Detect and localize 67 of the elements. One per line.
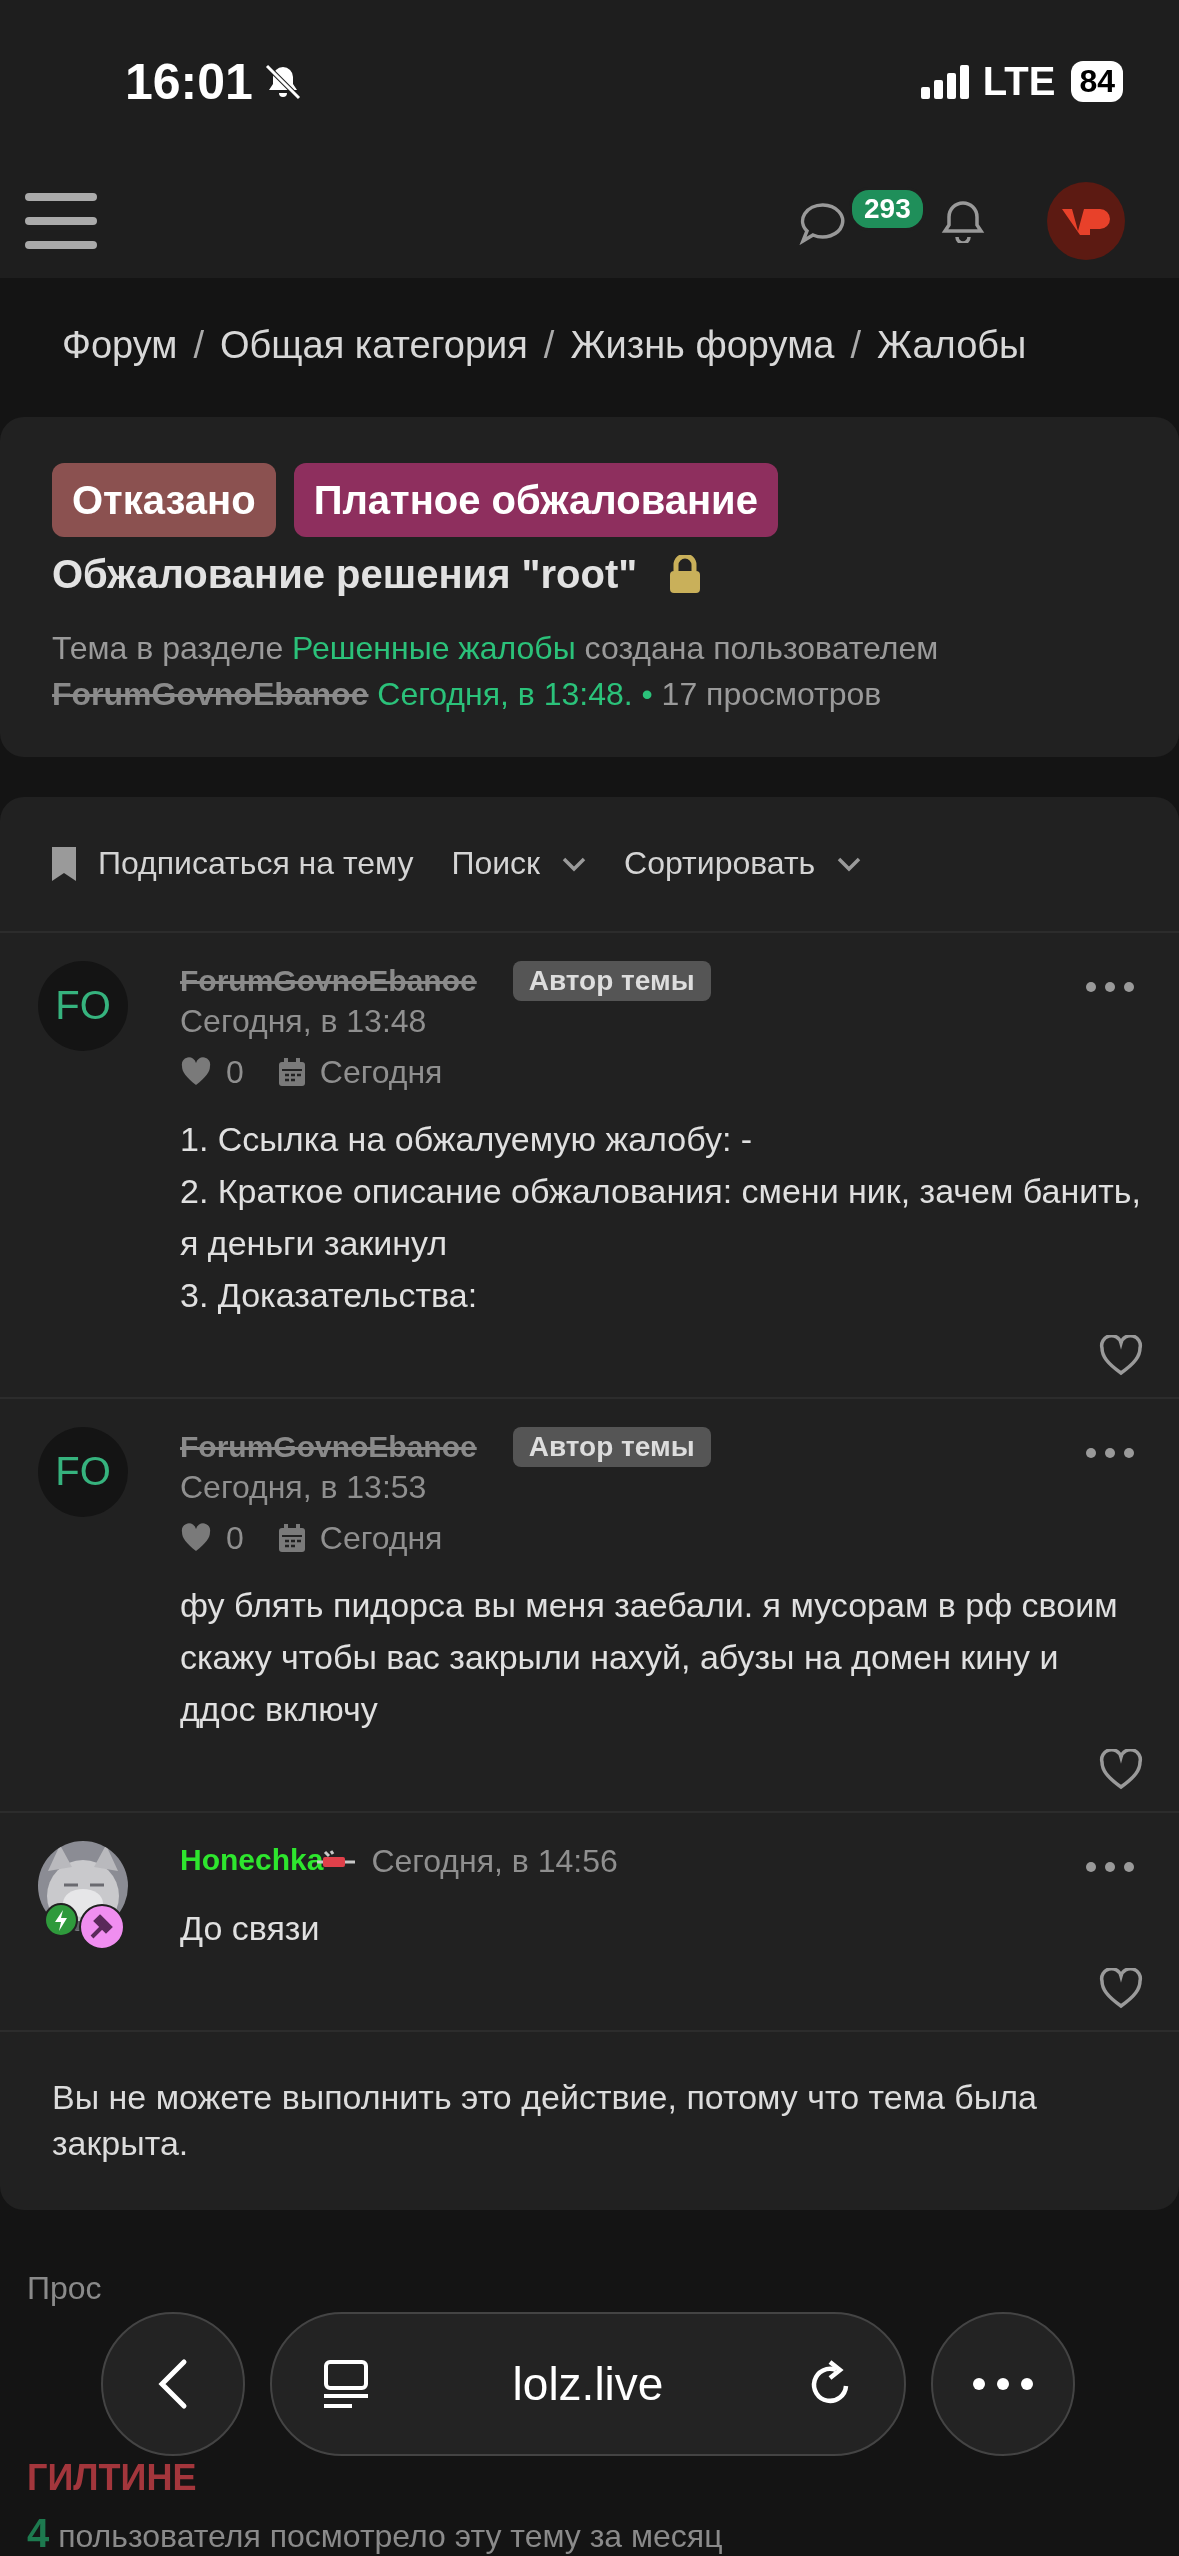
author-name[interactable]: ForumGovnoEbanoe (180, 964, 477, 998)
subscribe-button[interactable]: Подписаться на тему (52, 845, 414, 883)
breadcrumb-link[interactable]: Жалобы (876, 323, 1027, 367)
breadcrumb-separator: / (193, 323, 204, 367)
like-icon[interactable] (1099, 1968, 1143, 2010)
calendar-icon (277, 1523, 306, 1554)
post-date[interactable]: Сегодня, в 13:48 (180, 1003, 1143, 1040)
like-icon[interactable] (1099, 1335, 1143, 1377)
bookmark-icon (52, 846, 76, 881)
author-name[interactable]: ForumGovnoEbanoe (180, 1430, 477, 1464)
search-dropdown[interactable]: Поиск (451, 845, 587, 883)
more-options-icon[interactable] (1085, 981, 1135, 993)
post-day: Сегодня (319, 1054, 443, 1091)
thread-date[interactable]: Сегодня, в 13:48. (377, 675, 633, 712)
gavel-badge-icon (78, 1903, 126, 1951)
status-tag: Платное обжалование (293, 462, 778, 537)
heart-icon (180, 1057, 212, 1088)
viewer-count: 4 (27, 2511, 50, 2555)
like-icon[interactable] (1099, 1749, 1143, 1791)
network-type: LTE (982, 59, 1056, 105)
like-count: 0 (226, 1054, 244, 1091)
clock-time: 16:01 (125, 52, 253, 111)
heart-icon (180, 1523, 212, 1554)
more-icon (973, 2378, 1033, 2390)
sort-dropdown[interactable]: Сортировать (624, 845, 862, 883)
thread-title: Обжалование решения "root" (52, 550, 638, 598)
post-day: Сегодня (319, 1520, 443, 1557)
post-date[interactable]: Сегодня, в 14:56 (371, 1843, 618, 1880)
battery-level: 84 (1071, 61, 1123, 103)
post-date[interactable]: Сегодня, в 13:53 (180, 1469, 1143, 1506)
user-avatar[interactable]: FO (38, 961, 128, 1051)
post-text: До связи (180, 1908, 321, 1949)
author-badge: Автор темы (512, 1427, 711, 1467)
view-count: 17 просмотров (661, 675, 882, 712)
post-text: 3. Доказательства: (180, 1275, 479, 1316)
bullet-dot: • (641, 675, 653, 712)
author-name[interactable]: ForumGovnoEbanoe (52, 675, 369, 712)
more-options-icon[interactable] (1085, 1447, 1135, 1459)
viewers-label: Прос (27, 2270, 103, 2307)
bell-icon[interactable] (939, 198, 987, 243)
more-options-icon[interactable] (1085, 1861, 1135, 1873)
author-name[interactable]: Honechka (180, 1843, 324, 1878)
chat-icon[interactable] (799, 200, 847, 245)
breadcrumb-link[interactable]: Форум (62, 323, 178, 367)
post-text: 1. Ссылка на обжалуемую жалобу: - (180, 1119, 754, 1160)
address-bar[interactable]: lolz.live (270, 2312, 906, 2456)
lightning-badge-icon (44, 1903, 78, 1937)
breadcrumb-separator: / (850, 323, 861, 367)
status-tag: Отказано (52, 462, 276, 537)
like-count: 0 (226, 1520, 244, 1557)
url-text: lolz.live (512, 2357, 664, 2411)
post-text: фу блять пидорса вы меня заебали. я мусорам в рф своим скажу чтобы вас закрыли нахуй, абузы на домен кину и ддос включу (180, 1585, 1119, 1730)
section-link[interactable]: Решенные жалобы (292, 629, 576, 666)
tabs-icon[interactable] (322, 2360, 370, 2408)
meta-text: создана пользователем (584, 629, 939, 666)
menu-icon[interactable] (25, 192, 97, 249)
author-badge: Автор темы (512, 961, 711, 1001)
user-avatar[interactable]: FO (38, 1427, 128, 1517)
breadcrumb-separator: / (543, 323, 555, 367)
post-text: 2. Краткое описание обжалования: смени ник, зачем банить, я деньги закинул (180, 1171, 1142, 1264)
calendar-icon (277, 1057, 306, 1088)
breadcrumb-link[interactable]: Общая категория (220, 323, 528, 367)
breadcrumb-link[interactable]: Жизнь форума (570, 323, 835, 367)
meta-text: Тема в разделе (52, 629, 284, 666)
viewers-summary: пользователя посмотрело эту тему за месяц (58, 2518, 723, 2554)
closed-notice: Вы не можете выполнить это действие, потому что тема была закрыта. (52, 2077, 1039, 2164)
signal-icon (920, 64, 969, 99)
